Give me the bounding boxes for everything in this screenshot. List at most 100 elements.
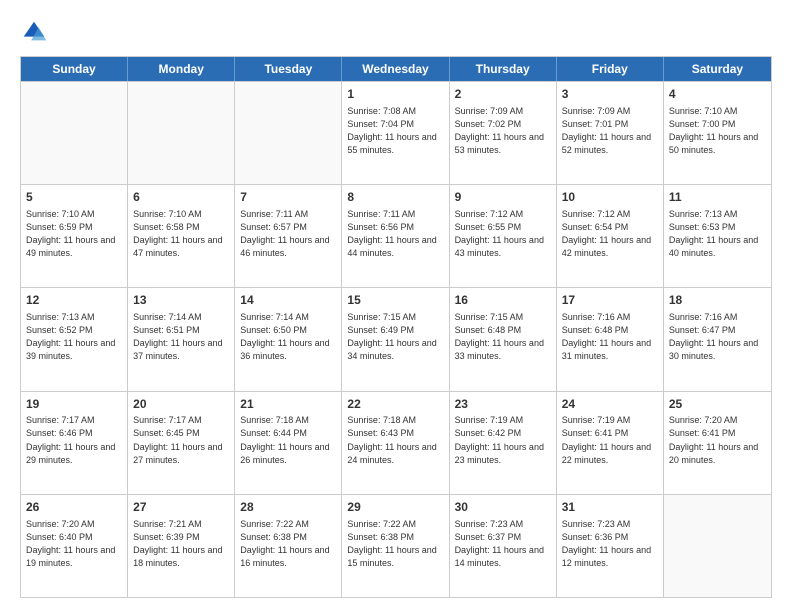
day-info: Sunrise: 7:23 AM Sunset: 6:36 PM Dayligh…	[562, 518, 658, 570]
day-number: 22	[347, 396, 443, 413]
calendar-header: SundayMondayTuesdayWednesdayThursdayFrid…	[21, 57, 771, 81]
calendar-cell: 30Sunrise: 7:23 AM Sunset: 6:37 PM Dayli…	[450, 495, 557, 597]
weekday-header-thursday: Thursday	[450, 57, 557, 81]
weekday-header-wednesday: Wednesday	[342, 57, 449, 81]
weekday-header-saturday: Saturday	[664, 57, 771, 81]
day-number: 2	[455, 86, 551, 103]
weekday-header-tuesday: Tuesday	[235, 57, 342, 81]
day-info: Sunrise: 7:16 AM Sunset: 6:48 PM Dayligh…	[562, 311, 658, 363]
calendar-cell: 9Sunrise: 7:12 AM Sunset: 6:55 PM Daylig…	[450, 185, 557, 287]
calendar-row-5: 26Sunrise: 7:20 AM Sunset: 6:40 PM Dayli…	[21, 494, 771, 597]
header	[20, 18, 772, 46]
calendar-cell: 20Sunrise: 7:17 AM Sunset: 6:45 PM Dayli…	[128, 392, 235, 494]
day-info: Sunrise: 7:11 AM Sunset: 6:56 PM Dayligh…	[347, 208, 443, 260]
calendar-cell: 28 Sunrise: 7:22 AM Sunset: 6:38 PM Dayli…	[235, 495, 342, 597]
day-number: 6	[133, 189, 229, 206]
day-number: 8	[347, 189, 443, 206]
day-info: Sunrise: 7:15 AM Sunset: 6:48 PM Dayligh…	[455, 311, 551, 363]
day-number: 14	[240, 292, 336, 309]
calendar-cell: 5 Sunrise: 7:10 AM Sunset: 6:59 PM Daylig…	[21, 185, 128, 287]
logo-icon	[20, 18, 48, 46]
calendar-cell: 26Sunrise: 7:20 AM Sunset: 6:40 PM Dayli…	[21, 495, 128, 597]
day-info: Sunrise: 7:14 AM Sunset: 6:50 PM Dayligh…	[240, 311, 336, 363]
calendar-cell: 15Sunrise: 7:15 AM Sunset: 6:49 PM Dayli…	[342, 288, 449, 390]
day-info: Sunrise: 7:22 AM Sunset: 6:38 PM Dayligh…	[240, 518, 336, 570]
day-info: Sunrise: 7:08 AM Sunset: 7:04 PM Dayligh…	[347, 105, 443, 157]
day-info: Sunrise: 7:10 AM Sunset: 7:00 PM Dayligh…	[669, 105, 766, 157]
day-number: 23	[455, 396, 551, 413]
logo	[20, 18, 52, 46]
day-info: Sunrise: 7:20 AM Sunset: 6:41 PM Dayligh…	[669, 414, 766, 466]
calendar-cell: 13 Sunrise: 7:14 AM Sunset: 6:51 PM Dayli…	[128, 288, 235, 390]
day-number: 30	[455, 499, 551, 516]
day-number: 24	[562, 396, 658, 413]
day-number: 3	[562, 86, 658, 103]
day-number: 21	[240, 396, 336, 413]
calendar-cell: 25Sunrise: 7:20 AM Sunset: 6:41 PM Dayli…	[664, 392, 771, 494]
day-number: 5	[26, 189, 122, 206]
day-number: 27	[133, 499, 229, 516]
calendar-cell: 29 Sunrise: 7:22 AM Sunset: 6:38 PM Dayli…	[342, 495, 449, 597]
calendar-cell	[128, 82, 235, 184]
calendar-cell: 16 Sunrise: 7:15 AM Sunset: 6:48 PM Dayli…	[450, 288, 557, 390]
calendar-cell: 12Sunrise: 7:13 AM Sunset: 6:52 PM Dayli…	[21, 288, 128, 390]
calendar-row-2: 5 Sunrise: 7:10 AM Sunset: 6:59 PM Daylig…	[21, 184, 771, 287]
calendar-cell: 1 Sunrise: 7:08 AM Sunset: 7:04 PM Daylig…	[342, 82, 449, 184]
calendar-cell: 18 Sunrise: 7:16 AM Sunset: 6:47 PM Dayli…	[664, 288, 771, 390]
day-number: 16	[455, 292, 551, 309]
day-info: Sunrise: 7:17 AM Sunset: 6:46 PM Dayligh…	[26, 414, 122, 466]
calendar-cell: 7 Sunrise: 7:11 AM Sunset: 6:57 PM Daylig…	[235, 185, 342, 287]
day-number: 11	[669, 189, 766, 206]
calendar-cell: 19Sunrise: 7:17 AM Sunset: 6:46 PM Dayli…	[21, 392, 128, 494]
day-number: 25	[669, 396, 766, 413]
day-number: 7	[240, 189, 336, 206]
day-info: Sunrise: 7:12 AM Sunset: 6:54 PM Dayligh…	[562, 208, 658, 260]
day-info: Sunrise: 7:21 AM Sunset: 6:39 PM Dayligh…	[133, 518, 229, 570]
calendar-row-1: 1 Sunrise: 7:08 AM Sunset: 7:04 PM Daylig…	[21, 81, 771, 184]
day-info: Sunrise: 7:15 AM Sunset: 6:49 PM Dayligh…	[347, 311, 443, 363]
calendar-cell: 24Sunrise: 7:19 AM Sunset: 6:41 PM Dayli…	[557, 392, 664, 494]
calendar-body: 1 Sunrise: 7:08 AM Sunset: 7:04 PM Daylig…	[21, 81, 771, 597]
day-info: Sunrise: 7:22 AM Sunset: 6:38 PM Dayligh…	[347, 518, 443, 570]
day-number: 18	[669, 292, 766, 309]
day-info: Sunrise: 7:14 AM Sunset: 6:51 PM Dayligh…	[133, 311, 229, 363]
day-number: 28	[240, 499, 336, 516]
calendar-cell: 6 Sunrise: 7:10 AM Sunset: 6:58 PM Daylig…	[128, 185, 235, 287]
day-info: Sunrise: 7:09 AM Sunset: 7:02 PM Dayligh…	[455, 105, 551, 157]
calendar-cell: 11 Sunrise: 7:13 AM Sunset: 6:53 PM Dayli…	[664, 185, 771, 287]
day-info: Sunrise: 7:13 AM Sunset: 6:53 PM Dayligh…	[669, 208, 766, 260]
calendar-cell: 8 Sunrise: 7:11 AM Sunset: 6:56 PM Daylig…	[342, 185, 449, 287]
calendar-cell: 17 Sunrise: 7:16 AM Sunset: 6:48 PM Dayli…	[557, 288, 664, 390]
day-info: Sunrise: 7:12 AM Sunset: 6:55 PM Dayligh…	[455, 208, 551, 260]
day-number: 17	[562, 292, 658, 309]
day-info: Sunrise: 7:19 AM Sunset: 6:41 PM Dayligh…	[562, 414, 658, 466]
day-number: 12	[26, 292, 122, 309]
calendar-cell: 10Sunrise: 7:12 AM Sunset: 6:54 PM Dayli…	[557, 185, 664, 287]
day-number: 29	[347, 499, 443, 516]
weekday-header-monday: Monday	[128, 57, 235, 81]
day-info: Sunrise: 7:09 AM Sunset: 7:01 PM Dayligh…	[562, 105, 658, 157]
weekday-header-sunday: Sunday	[21, 57, 128, 81]
calendar-cell	[235, 82, 342, 184]
day-info: Sunrise: 7:18 AM Sunset: 6:44 PM Dayligh…	[240, 414, 336, 466]
calendar: SundayMondayTuesdayWednesdayThursdayFrid…	[20, 56, 772, 598]
calendar-cell: 3 Sunrise: 7:09 AM Sunset: 7:01 PM Daylig…	[557, 82, 664, 184]
day-number: 1	[347, 86, 443, 103]
calendar-cell: 27 Sunrise: 7:21 AM Sunset: 6:39 PM Dayli…	[128, 495, 235, 597]
weekday-header-friday: Friday	[557, 57, 664, 81]
day-number: 31	[562, 499, 658, 516]
calendar-cell: 31 Sunrise: 7:23 AM Sunset: 6:36 PM Dayli…	[557, 495, 664, 597]
calendar-cell: 4 Sunrise: 7:10 AM Sunset: 7:00 PM Daylig…	[664, 82, 771, 184]
calendar-cell	[664, 495, 771, 597]
day-number: 13	[133, 292, 229, 309]
day-info: Sunrise: 7:20 AM Sunset: 6:40 PM Dayligh…	[26, 518, 122, 570]
page: SundayMondayTuesdayWednesdayThursdayFrid…	[0, 0, 792, 612]
day-number: 4	[669, 86, 766, 103]
day-info: Sunrise: 7:16 AM Sunset: 6:47 PM Dayligh…	[669, 311, 766, 363]
day-info: Sunrise: 7:11 AM Sunset: 6:57 PM Dayligh…	[240, 208, 336, 260]
day-number: 20	[133, 396, 229, 413]
calendar-cell	[21, 82, 128, 184]
day-info: Sunrise: 7:10 AM Sunset: 6:58 PM Dayligh…	[133, 208, 229, 260]
calendar-cell: 23Sunrise: 7:19 AM Sunset: 6:42 PM Dayli…	[450, 392, 557, 494]
day-info: Sunrise: 7:10 AM Sunset: 6:59 PM Dayligh…	[26, 208, 122, 260]
